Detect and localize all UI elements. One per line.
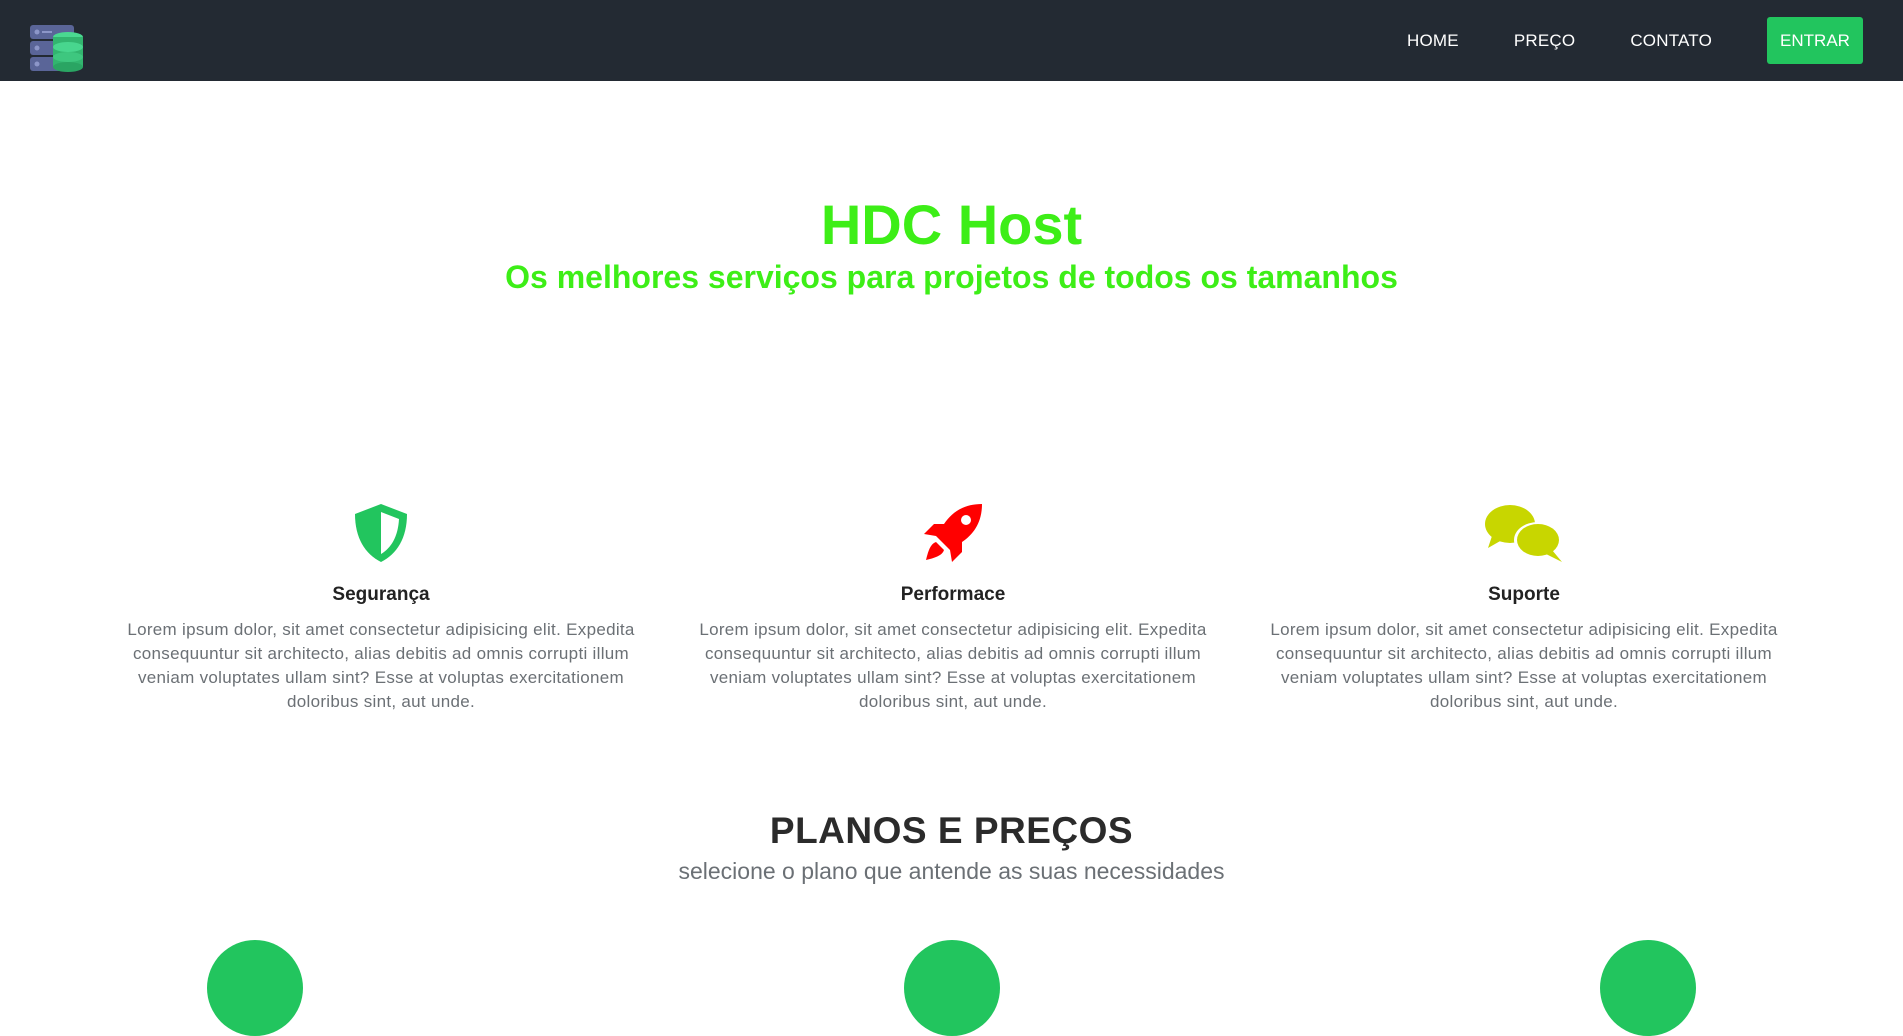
nav-links: HOME PREÇO CONTATO ENTRAR <box>1352 17 1863 64</box>
logo-database-icon[interactable] <box>30 22 84 74</box>
plans-title: PLANOS E PREÇOS <box>769 810 1134 851</box>
feature-title: Segurança <box>332 584 430 605</box>
nav-link-contato[interactable]: CONTATO <box>1630 31 1712 51</box>
feature-suporte: Suporte Lorem ipsum dolor, sit amet cons… <box>1259 502 1789 714</box>
chat-icon <box>1259 502 1789 564</box>
hero-section: HDC Host Os melhores serviços para proje… <box>0 193 1903 296</box>
navbar: HOME PREÇO CONTATO ENTRAR <box>0 0 1903 81</box>
plan-icon-circle <box>1600 940 1696 1036</box>
plans-section: PLANOS E PREÇOS selecione o plano que an… <box>0 810 1903 885</box>
feature-text: Lorem ipsum dolor, sit amet consectetur … <box>127 620 635 711</box>
plan-icon-circle <box>207 940 303 1036</box>
feature-seguranca: Segurança Lorem ipsum dolor, sit amet co… <box>116 502 646 714</box>
nav-link-home[interactable]: HOME <box>1407 31 1459 51</box>
feature-title: Suporte <box>1488 584 1560 605</box>
hero-title: HDC Host <box>820 193 1083 256</box>
feature-text: Lorem ipsum dolor, sit amet consectetur … <box>1270 620 1778 711</box>
plan-icon-circle <box>904 940 1000 1036</box>
plans-subtitle: selecione o plano que antende as suas ne… <box>678 858 1225 884</box>
feature-title: Performace <box>900 584 1006 605</box>
hero-subtitle: Os melhores serviços para projetos de to… <box>505 259 1398 295</box>
feature-performace: Performace Lorem ipsum dolor, sit amet c… <box>688 502 1218 714</box>
feature-text: Lorem ipsum dolor, sit amet consectetur … <box>699 620 1207 711</box>
nav-link-preco[interactable]: PREÇO <box>1514 31 1575 51</box>
shield-icon <box>116 502 646 564</box>
login-button[interactable]: ENTRAR <box>1767 17 1863 64</box>
rocket-icon <box>688 502 1218 564</box>
